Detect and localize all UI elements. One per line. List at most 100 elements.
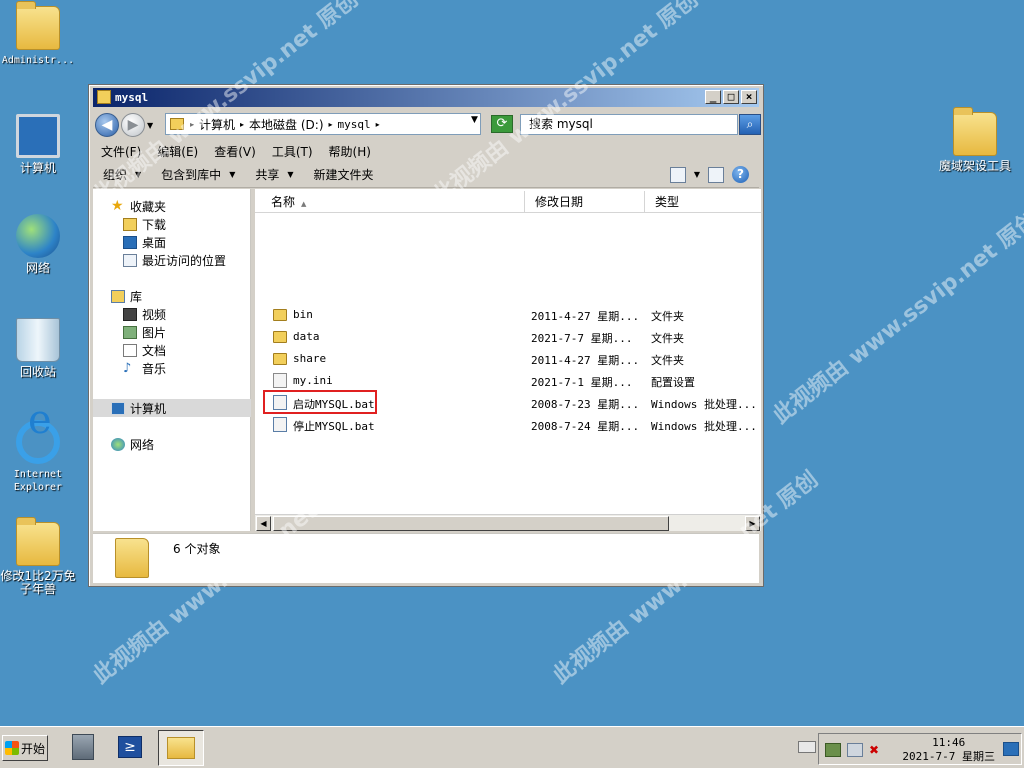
nav-recent[interactable]: 最近访问的位置 <box>123 251 226 269</box>
new-folder-button[interactable]: 新建文件夹 <box>304 166 384 183</box>
desktop-icon-network[interactable]: 网络 <box>0 214 76 275</box>
breadcrumb-mysql[interactable]: mysql <box>335 118 374 131</box>
nav-label: 收藏夹 <box>130 199 167 214</box>
scroll-right-button[interactable]: ▶ <box>745 516 760 531</box>
include-library-button[interactable]: 包含到库中 ▼ <box>151 166 245 183</box>
address-bar-row: ◀ ▶ ▼ ▸ 计算机 ▸ 本地磁盘 (D:) ▸ mysql ▸ ▼ ⟳ 搜索… <box>93 111 761 139</box>
column-header-name[interactable]: 名称 ▲ <box>255 191 525 213</box>
view-options-icon[interactable] <box>669 166 686 183</box>
show-desktop-button[interactable] <box>1003 742 1019 756</box>
chevron-down-icon[interactable]: ▼ <box>694 170 700 179</box>
file-row[interactable]: 停止MYSQL.bat 2008-7-24 星期... Windows 批处理.… <box>255 415 761 435</box>
nav-label: 文档 <box>142 343 167 358</box>
title-bar[interactable]: mysql _ □ × <box>93 88 759 107</box>
close-button[interactable]: × <box>741 90 757 104</box>
desktop-icon-folder-mod[interactable]: 修改1比2万免子年兽 <box>0 517 76 596</box>
volume-muted-icon[interactable]: ✖ <box>869 743 885 757</box>
horizontal-scrollbar[interactable]: ◀ ▶ <box>255 514 761 531</box>
file-type: 文件夹 <box>651 310 684 323</box>
menu-bar: 文件(F) 编辑(E) 查看(V) 工具(T) 帮助(H) <box>93 142 759 161</box>
clock[interactable]: 11:46 2021-7-7 星期三 <box>902 736 995 764</box>
nav-pictures[interactable]: 图片 <box>123 323 166 341</box>
preview-pane-icon[interactable] <box>708 166 724 183</box>
scrollbar-thumb[interactable] <box>273 516 669 531</box>
share-button[interactable]: 共享 ▼ <box>245 166 303 183</box>
chevron-down-icon: ▼ <box>135 170 142 179</box>
desktop-icon-folder-tools[interactable]: 魔域架设工具 <box>932 107 1018 173</box>
file-modified: 2011-4-27 星期... <box>531 310 640 323</box>
help-icon[interactable]: ? <box>732 166 749 183</box>
start-label: 开始 <box>21 741 46 756</box>
file-row[interactable]: 启动MYSQL.bat 2008-7-23 星期... Windows 批处理.… <box>255 390 761 414</box>
network-tray-icon[interactable] <box>847 743 863 757</box>
column-header-type[interactable]: 类型 <box>645 191 761 213</box>
file-type: 文件夹 <box>651 332 684 345</box>
maximize-button[interactable]: □ <box>723 90 739 104</box>
security-icon[interactable] <box>825 743 841 757</box>
chevron-right-icon[interactable]: ▸ <box>238 120 246 129</box>
server-manager-button[interactable] <box>66 730 102 766</box>
menu-view[interactable]: 查看(V) <box>206 143 264 160</box>
share-label: 共享 <box>255 168 280 182</box>
file-type: Windows 批处理... <box>651 398 757 411</box>
file-modified: 2008-7-24 星期... <box>531 420 640 433</box>
nav-label: 最近访问的位置 <box>142 253 227 268</box>
nav-network[interactable]: 网络 <box>111 435 154 453</box>
video-icon <box>123 307 137 321</box>
folder-icon <box>115 538 149 578</box>
nav-music[interactable]: ♪ 音乐 <box>123 359 166 377</box>
explorer-taskbar-button[interactable] <box>158 730 204 766</box>
breadcrumb-drive[interactable]: 本地磁盘 (D:) <box>246 116 326 133</box>
menu-edit[interactable]: 编辑(E) <box>149 143 206 160</box>
organize-button[interactable]: 组织 ▼ <box>93 166 151 183</box>
recent-places-icon <box>123 253 137 267</box>
powershell-button[interactable]: ≥ <box>112 730 148 766</box>
file-row[interactable]: data 2021-7-7 星期... 文件夹 <box>255 327 761 347</box>
refresh-button[interactable]: ⟳ <box>491 115 513 133</box>
breadcrumb-computer[interactable]: 计算机 <box>196 116 238 133</box>
network-icon <box>111 437 125 451</box>
back-button[interactable]: ◀ <box>95 113 119 137</box>
file-row[interactable]: bin 2011-4-27 星期... 文件夹 <box>255 305 761 325</box>
search-icon[interactable]: ⌕ <box>739 114 761 135</box>
nav-favorites[interactable]: ★ 收藏夹 <box>111 197 166 215</box>
organize-label: 组织 <box>103 168 128 182</box>
nav-desktop[interactable]: 桌面 <box>123 233 166 251</box>
nav-downloads[interactable]: 下载 <box>123 215 166 233</box>
documents-icon <box>123 343 137 357</box>
nav-libraries[interactable]: 库 <box>111 287 142 305</box>
desktop-icon-administrator[interactable]: Administr... <box>0 1 76 67</box>
start-button[interactable]: 开始 <box>2 735 48 761</box>
nav-computer[interactable]: 计算机 <box>111 399 166 417</box>
desktop-icon-ie[interactable]: Internet Explorer <box>0 414 76 494</box>
nav-label: 视频 <box>142 307 167 322</box>
file-modified: 2008-7-23 星期... <box>531 398 640 411</box>
history-dropdown-icon[interactable]: ▼ <box>147 121 153 130</box>
file-modified: 2011-4-27 星期... <box>531 354 640 367</box>
address-input[interactable]: ▸ 计算机 ▸ 本地磁盘 (D:) ▸ mysql ▸ <box>165 113 481 135</box>
desktop-icon-computer[interactable]: 计算机 <box>0 114 76 175</box>
desktop-icon-recycle-bin[interactable]: 回收站 <box>0 318 76 379</box>
file-row[interactable]: share 2011-4-27 星期... 文件夹 <box>255 349 761 369</box>
file-name: 停止MYSQL.bat <box>293 420 375 433</box>
menu-help[interactable]: 帮助(H) <box>321 143 379 160</box>
menu-file[interactable]: 文件(F) <box>93 143 149 160</box>
explorer-icon <box>167 737 195 759</box>
explorer-window: mysql _ □ × ◀ ▶ ▼ ▸ 计算机 ▸ 本地磁盘 (D:) ▸ my… <box>88 84 764 587</box>
forward-button[interactable]: ▶ <box>121 113 145 137</box>
search-input[interactable]: 搜索 mysql <box>520 114 738 135</box>
file-row[interactable]: my.ini 2021-7-1 星期... 配置设置 <box>255 371 761 391</box>
chevron-right-icon[interactable]: ▸ <box>188 120 196 129</box>
menu-tools[interactable]: 工具(T) <box>264 143 321 160</box>
file-type: 配置设置 <box>651 376 695 389</box>
keyboard-icon[interactable] <box>798 741 816 753</box>
column-header-modified[interactable]: 修改日期 <box>525 191 645 213</box>
nav-videos[interactable]: 视频 <box>123 305 166 323</box>
chevron-right-icon[interactable]: ▸ <box>374 120 382 129</box>
address-dropdown-icon[interactable]: ▼ <box>471 115 478 125</box>
chevron-right-icon[interactable]: ▸ <box>327 120 335 129</box>
minimize-button[interactable]: _ <box>705 90 721 104</box>
scroll-left-button[interactable]: ◀ <box>256 516 271 531</box>
nav-documents[interactable]: 文档 <box>123 341 166 359</box>
nav-label: 库 <box>130 289 143 304</box>
